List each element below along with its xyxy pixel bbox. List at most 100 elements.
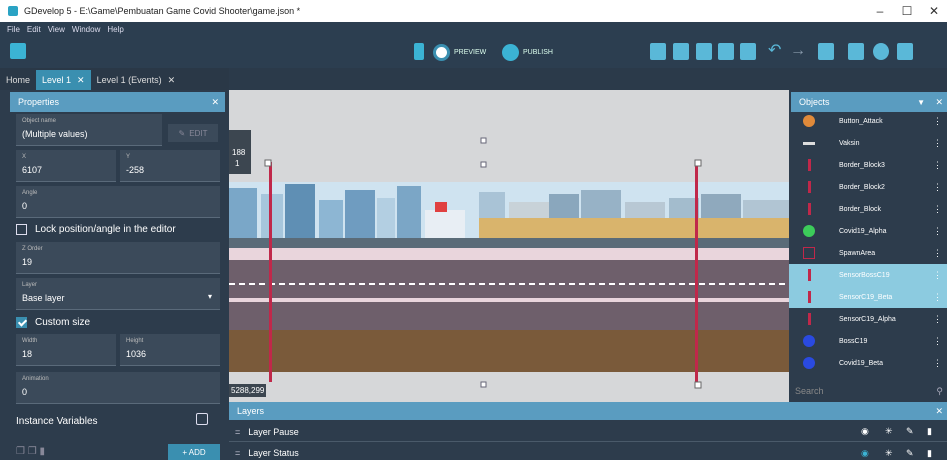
object-row[interactable]: Covid19_Alpha ⋮ (789, 220, 947, 242)
object-groups-icon[interactable] (650, 43, 666, 60)
objects-icon[interactable] (673, 43, 689, 60)
park-ground (479, 218, 789, 240)
more-options-icon[interactable]: ⋮ (933, 204, 942, 215)
object-row[interactable]: SensorC19_Beta ⋮ (789, 286, 947, 308)
object-row[interactable]: Covid19_Beta ⋮ (789, 352, 947, 374)
more-options-icon[interactable]: ⋮ (933, 160, 942, 171)
redo-icon[interactable]: → (790, 43, 806, 60)
restore-button[interactable]: ☐ (895, 0, 919, 22)
object-row[interactable]: BossC19 ⋮ (789, 330, 947, 352)
object-name: SpawnArea (839, 249, 876, 257)
menu-view[interactable]: View (48, 25, 65, 34)
instances-list-icon[interactable] (718, 43, 734, 60)
close-icon[interactable]: ✕ (935, 97, 943, 108)
lighting-icon[interactable]: ✳ (885, 426, 893, 437)
width-field[interactable]: Width 18 (16, 334, 116, 366)
drag-handle-icon[interactable]: = (235, 448, 240, 458)
delete-icon[interactable]: ▮ (927, 448, 932, 459)
close-icon[interactable]: ✕ (168, 75, 176, 86)
vaccine-icon (803, 142, 815, 145)
border-icon (808, 159, 811, 171)
layer-select[interactable]: Layer Base layer ▾ (16, 278, 220, 310)
debug-icon[interactable] (414, 43, 424, 60)
object-row[interactable]: SpawnArea ⋮ (789, 242, 947, 264)
edit-label: EDIT (189, 128, 208, 138)
scene-canvas[interactable]: 188 1 5288,299 (229, 90, 789, 402)
grid-icon[interactable] (848, 43, 864, 60)
more-options-icon[interactable]: ⋮ (933, 270, 942, 281)
undo-icon[interactable]: ↶ (768, 43, 784, 60)
object-name: Vaksin (839, 139, 860, 147)
close-icon[interactable]: ✕ (935, 406, 943, 417)
layers-panel: Layers ✕ = Layer Pause ◉ ✳ ✎ ▮ = Layer S… (229, 402, 947, 460)
scene-svg[interactable] (229, 90, 789, 402)
tab-level-1-label: Level 1 (42, 75, 72, 85)
object-name-field[interactable]: Object name (Multiple values) (16, 114, 162, 146)
preview-settings-icon[interactable] (897, 43, 913, 60)
more-options-icon[interactable]: ⋮ (933, 226, 942, 237)
object-row[interactable]: Border_Block ⋮ (789, 198, 947, 220)
object-row[interactable]: SensorC19_Alpha ⋮ (789, 308, 947, 330)
drag-handle-icon[interactable]: = (235, 427, 240, 437)
layer-row[interactable]: = Layer Pause ◉ ✳ ✎ ▮ (229, 422, 947, 442)
filter-icon[interactable]: ▼ (917, 98, 925, 107)
x-field[interactable]: X 6107 (16, 150, 116, 182)
object-row[interactable]: Border_Block3 ⋮ (789, 154, 947, 176)
width-label: Width (22, 338, 38, 344)
menu-edit[interactable]: Edit (27, 25, 41, 34)
height-field[interactable]: Height 1036 (120, 334, 220, 366)
edit-icon[interactable]: ✎ (906, 426, 914, 437)
properties-icon[interactable] (696, 43, 712, 60)
delete-icon[interactable]: ▮ (927, 426, 932, 437)
more-options-icon[interactable]: ⋮ (933, 314, 942, 325)
lock-checkbox[interactable]: Lock position/angle in the editor (16, 224, 176, 235)
more-options-icon[interactable]: ⋮ (933, 116, 942, 127)
lighting-icon[interactable]: ✳ (885, 448, 893, 459)
edit-icon[interactable]: ✎ (906, 448, 914, 459)
object-row[interactable]: Button_Attack ⋮ (789, 110, 947, 132)
preview-button[interactable]: PREVIEW (433, 43, 486, 61)
more-options-icon[interactable]: ⋮ (933, 248, 942, 259)
zoom-icon[interactable] (873, 43, 889, 60)
angle-field[interactable]: Angle 0 (16, 186, 220, 218)
object-row[interactable]: Border_Block2 ⋮ (789, 176, 947, 198)
visibility-icon[interactable]: ◉ (861, 448, 869, 459)
more-options-icon[interactable]: ⋮ (933, 358, 942, 369)
minimize-button[interactable]: – (868, 0, 892, 22)
tab-home[interactable]: Home (0, 70, 36, 90)
copy-icons[interactable]: ❐ ❐ ▮ (16, 446, 45, 457)
visibility-off-icon[interactable]: ◉ (861, 426, 869, 437)
object-name: BossC19 (839, 337, 868, 345)
project-manager-icon[interactable] (10, 43, 26, 59)
objects-search-input[interactable]: Search ⚲ (789, 380, 947, 402)
more-options-icon[interactable]: ⋮ (933, 292, 942, 303)
tab-level-1[interactable]: Level 1 ✕ (36, 70, 91, 90)
close-icon[interactable]: ✕ (77, 75, 85, 86)
menu-window[interactable]: Window (72, 25, 100, 34)
border-icon (808, 203, 811, 215)
open-external-icon[interactable] (196, 413, 208, 425)
more-options-icon[interactable]: ⋮ (933, 182, 942, 193)
object-row[interactable]: SensorBossC19 ⋮ (789, 264, 947, 286)
custom-size-checkbox[interactable]: Custom size (16, 317, 90, 328)
layer-row[interactable]: = Layer Status ◉ ✳ ✎ ▮ (229, 443, 947, 460)
window-mask-icon[interactable] (818, 43, 834, 60)
more-options-icon[interactable]: ⋮ (933, 138, 942, 149)
menu-help[interactable]: Help (107, 25, 123, 34)
add-button[interactable]: + ADD (168, 444, 220, 460)
edit-button[interactable]: ✎ EDIT (168, 124, 218, 142)
object-row[interactable]: Vaksin ⋮ (789, 132, 947, 154)
z-order-field[interactable]: Z Order 19 (16, 242, 220, 274)
menu-file[interactable]: File (7, 25, 20, 34)
sky-area (229, 90, 789, 180)
tab-home-label: Home (6, 75, 31, 85)
y-field[interactable]: Y -258 (120, 150, 220, 182)
animation-field[interactable]: Animation 0 (16, 372, 220, 404)
publish-button[interactable]: PUBLISH (502, 43, 553, 61)
tab-level-1-events[interactable]: Level 1 (Events) ✕ (91, 70, 182, 90)
close-icon[interactable]: ✕ (211, 97, 219, 108)
more-options-icon[interactable]: ⋮ (933, 336, 942, 347)
close-window-button[interactable]: ✕ (922, 0, 946, 22)
layers-icon[interactable] (740, 43, 756, 60)
window-title: GDevelop 5 - E:\Game\Pembuatan Game Covi… (24, 6, 301, 16)
